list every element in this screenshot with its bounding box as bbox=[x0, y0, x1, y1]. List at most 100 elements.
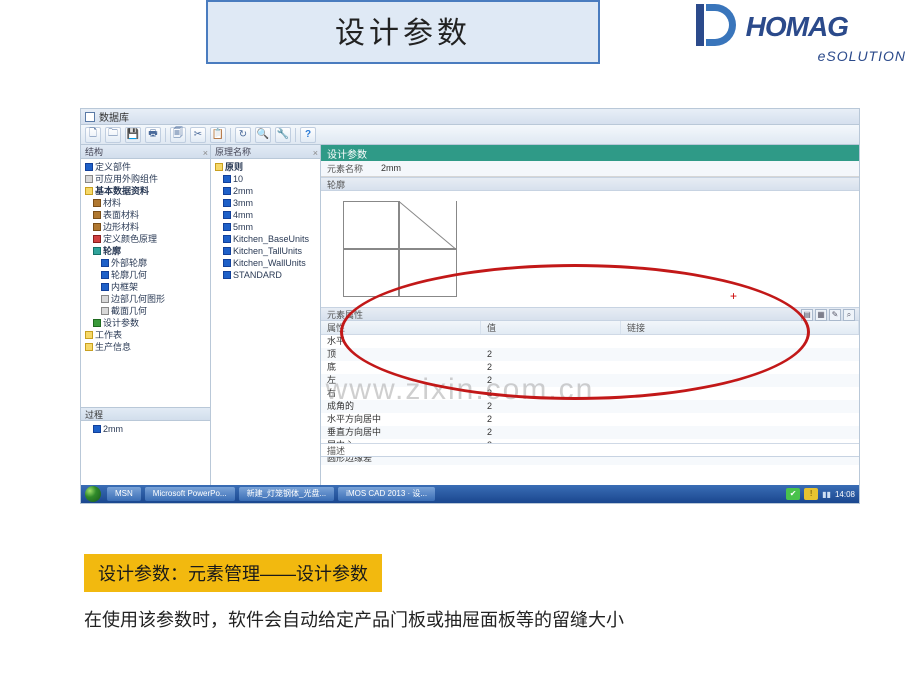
tree-node[interactable]: 内框架 bbox=[83, 281, 210, 293]
section-desc: 描述 bbox=[321, 443, 859, 457]
toolbar-btn-cut[interactable]: ✂ bbox=[190, 127, 206, 143]
right-title: 设计参数 bbox=[321, 145, 859, 161]
taskbar-item[interactable]: 新建_灯笼钢体_光盘... bbox=[239, 487, 335, 501]
principle-tree[interactable]: 原则 102mm3mm4mm5mmKitchen_BaseUnitsKitche… bbox=[211, 159, 320, 283]
slide-title: 设计参数 bbox=[206, 0, 600, 64]
property-table[interactable]: 水平顶2底2左2右2成角的2水平方向居中2垂直方向居中2居中心2圆形边缘差 bbox=[321, 335, 859, 443]
toolbar-btn-open[interactable]: 🗀 bbox=[105, 127, 121, 143]
tray-warn-icon[interactable]: ! bbox=[804, 488, 818, 500]
tree-node[interactable]: 设计参数 bbox=[83, 317, 210, 329]
section-elprops: 元素属性 ▤ ▦ ✎ ⌕ bbox=[321, 307, 859, 321]
principle-item[interactable]: 4mm bbox=[213, 209, 320, 221]
section-shape: 轮廓 bbox=[321, 177, 859, 191]
toolbar-btn-copy[interactable]: 🗐 bbox=[170, 127, 186, 143]
item-icon bbox=[223, 271, 231, 279]
principle-item[interactable]: 10 bbox=[213, 173, 320, 185]
tree-node[interactable]: 截面几何 bbox=[83, 305, 210, 317]
tree-node[interactable]: 材料 bbox=[83, 197, 210, 209]
app-window: 数据库 🗋 🗀 💾 🖶 🗐 ✂ 📋 ↻ 🔍 🔧 ? 结构× 定义部件可应用外购组… bbox=[80, 108, 860, 504]
th-value[interactable]: 值 bbox=[481, 321, 621, 334]
principle-root[interactable]: 原则 bbox=[213, 161, 320, 173]
node-icon bbox=[93, 319, 101, 327]
toolbar-btn-new[interactable]: 🗋 bbox=[85, 127, 101, 143]
node-icon bbox=[101, 271, 109, 279]
table-row[interactable]: 垂直方向居中2 bbox=[321, 426, 859, 439]
node-icon bbox=[85, 163, 93, 171]
taskbar-item[interactable]: Microsoft PowerPo... bbox=[145, 487, 235, 501]
item-icon bbox=[93, 425, 101, 433]
table-header: 属性 值 链接 bbox=[321, 321, 859, 335]
footer-highlight: 设计参数：元素管理——设计参数 bbox=[84, 554, 382, 592]
close-icon[interactable]: × bbox=[203, 146, 208, 160]
item-icon bbox=[223, 211, 231, 219]
origin-marker-icon: + bbox=[730, 289, 737, 303]
element-name-label: 元素名称 bbox=[321, 162, 381, 175]
toolbar-btn-help[interactable]: ? bbox=[300, 127, 316, 143]
principle-item[interactable]: STANDARD bbox=[213, 269, 320, 281]
tray-ok-icon[interactable]: ✔ bbox=[786, 488, 800, 500]
tree-node[interactable]: 轮廓几何 bbox=[83, 269, 210, 281]
item-icon bbox=[223, 175, 231, 183]
panel-left-header: 结构× bbox=[81, 145, 210, 159]
tree-node[interactable]: 定义部件 bbox=[83, 161, 210, 173]
panel-right: 设计参数 元素名称 2mm 轮廓 + 元素属性 ▤ ▦ ✎ bbox=[321, 145, 859, 485]
footer-body: 在使用该参数时，软件会自动给定产品门板或抽屉面板等的留缝大小 bbox=[84, 606, 872, 632]
tree-node[interactable]: 轮廓 bbox=[83, 245, 210, 257]
prop-btn-3[interactable]: ✎ bbox=[829, 309, 841, 321]
toolbar-btn-save[interactable]: 💾 bbox=[125, 127, 141, 143]
item-icon bbox=[223, 187, 231, 195]
node-icon bbox=[93, 211, 101, 219]
tree-node[interactable]: 工作表 bbox=[83, 329, 210, 341]
prop-btn-1[interactable]: ▤ bbox=[801, 309, 813, 321]
principle-item[interactable]: Kitchen_WallUnits bbox=[213, 257, 320, 269]
tree-node[interactable]: 表面材料 bbox=[83, 209, 210, 221]
app-title: 数据库 bbox=[99, 109, 129, 124]
principle-item[interactable]: 3mm bbox=[213, 197, 320, 209]
history-item[interactable]: 2mm bbox=[83, 423, 210, 435]
tree-node[interactable]: 基本数据资料 bbox=[83, 185, 210, 197]
table-row[interactable]: 成角的2 bbox=[321, 400, 859, 413]
tree-node[interactable]: 边形材料 bbox=[83, 221, 210, 233]
node-icon bbox=[85, 343, 93, 351]
taskbar-item[interactable]: MSN bbox=[107, 487, 141, 501]
tree-node[interactable]: 定义颜色原理 bbox=[83, 233, 210, 245]
tree-node[interactable]: 外部轮廓 bbox=[83, 257, 210, 269]
prop-btn-4[interactable]: ⌕ bbox=[843, 309, 855, 321]
tree-node[interactable]: 生产信息 bbox=[83, 341, 210, 353]
taskbar-item[interactable]: iMOS CAD 2013 · 设... bbox=[338, 487, 435, 501]
toolbar-btn-refresh[interactable]: ↻ bbox=[235, 127, 251, 143]
table-row[interactable]: 右2 bbox=[321, 387, 859, 400]
table-row[interactable]: 水平 bbox=[321, 335, 859, 348]
structure-tree[interactable]: 定义部件可应用外购组件基本数据资料材料表面材料边形材料定义颜色原理轮廓外部轮廓轮… bbox=[81, 159, 210, 355]
table-row[interactable]: 底2 bbox=[321, 361, 859, 374]
table-row[interactable]: 左2 bbox=[321, 374, 859, 387]
table-row[interactable]: 水平方向居中2 bbox=[321, 413, 859, 426]
panel-mid-header: 原理名称× bbox=[211, 145, 320, 159]
element-name-value[interactable]: 2mm bbox=[381, 163, 859, 173]
th-attr[interactable]: 属性 bbox=[321, 321, 481, 334]
principle-item[interactable]: 5mm bbox=[213, 221, 320, 233]
tree-node[interactable]: 边部几何图形 bbox=[83, 293, 210, 305]
toolbar-btn-settings[interactable]: 🔧 bbox=[275, 127, 291, 143]
principle-item[interactable]: 2mm bbox=[213, 185, 320, 197]
item-icon bbox=[223, 235, 231, 243]
table-row[interactable]: 顶2 bbox=[321, 348, 859, 361]
node-icon bbox=[93, 235, 101, 243]
tree-node[interactable]: 可应用外购组件 bbox=[83, 173, 210, 185]
principle-item[interactable]: Kitchen_BaseUnits bbox=[213, 233, 320, 245]
app-titlebar: 数据库 bbox=[81, 109, 859, 125]
start-button[interactable] bbox=[85, 486, 101, 502]
brand-sub: eSOLUTION bbox=[818, 48, 906, 64]
close-icon[interactable]: × bbox=[313, 146, 318, 160]
brand-mark-icon bbox=[694, 2, 740, 52]
brand-name: HOMAG bbox=[746, 11, 848, 43]
th-link[interactable]: 链接 bbox=[621, 321, 859, 334]
tray-net-icon[interactable]: ▮▮ bbox=[822, 490, 831, 499]
node-icon bbox=[101, 295, 109, 303]
toolbar-btn-print[interactable]: 🖶 bbox=[145, 127, 161, 143]
principle-item[interactable]: Kitchen_TallUnits bbox=[213, 245, 320, 257]
toolbar-btn-search[interactable]: 🔍 bbox=[255, 127, 271, 143]
item-icon bbox=[223, 247, 231, 255]
toolbar-btn-paste[interactable]: 📋 bbox=[210, 127, 226, 143]
prop-btn-2[interactable]: ▦ bbox=[815, 309, 827, 321]
